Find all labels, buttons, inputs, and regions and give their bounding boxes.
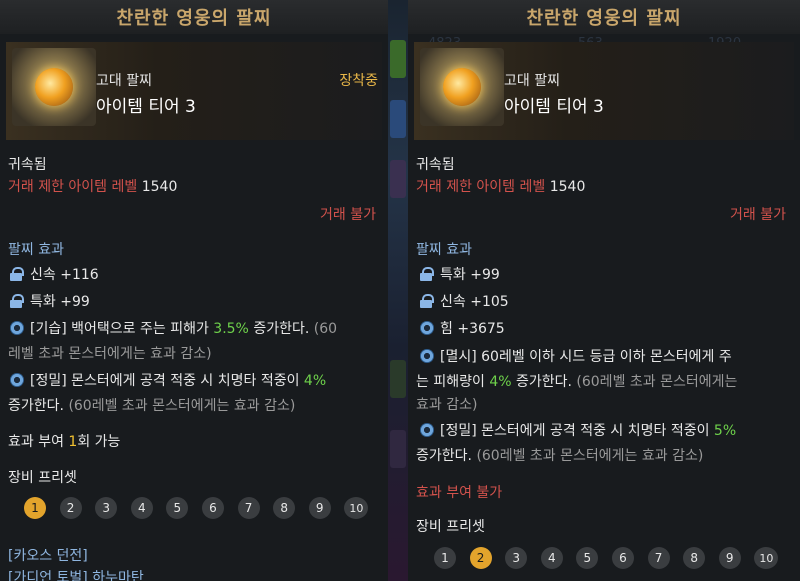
special-effect-2-cont: 증가한다. (60레벨 초과 몬스터에게는 효과 감소) bbox=[416, 448, 704, 464]
stat-row: 신속 +105 bbox=[420, 291, 509, 311]
lock-icon bbox=[420, 267, 434, 281]
inventory-slot bbox=[390, 430, 406, 468]
preset-button-10[interactable]: 10 bbox=[344, 497, 369, 519]
inventory-slot bbox=[390, 160, 406, 198]
preset-button-1[interactable]: 1 bbox=[24, 497, 46, 519]
preset-button-10[interactable]: 10 bbox=[754, 547, 779, 569]
preset-button-8[interactable]: 8 bbox=[683, 547, 706, 569]
item-grade: 고대 팔찌 bbox=[504, 73, 560, 89]
preset-label: 장비 프리셋 bbox=[416, 519, 485, 535]
trade-limit-value: 1540 bbox=[549, 179, 586, 195]
preset-button-3[interactable]: 3 bbox=[505, 547, 528, 569]
effect-gear-icon bbox=[420, 321, 434, 335]
item-tier: 아이템 티어 3 bbox=[504, 97, 604, 117]
effect-gear-icon bbox=[420, 423, 434, 437]
special-effect-1: [기습] 백어택으로 주는 피해가 3.5% 증가한다. (60 bbox=[10, 318, 337, 338]
tooltip-title-bar: 찬란한 영웅의 팔찌 bbox=[0, 0, 388, 34]
preset-button-3[interactable]: 3 bbox=[95, 497, 118, 519]
effect-gear-icon bbox=[10, 321, 24, 335]
source-guardian-raid: [가디언 토벌] 하누마탄 bbox=[8, 570, 144, 581]
preset-button-5[interactable]: 5 bbox=[166, 497, 189, 519]
trade-limit-value: 1540 bbox=[141, 179, 178, 195]
special-effect-1-note: 레벨 초과 몬스터에게는 효과 감소) bbox=[8, 346, 212, 362]
item-title: 찬란한 영웅의 팔찌 bbox=[526, 8, 682, 29]
preset-button-9[interactable]: 9 bbox=[308, 497, 331, 519]
bound-status: 귀속됨 bbox=[8, 157, 47, 173]
effect-grant-unavailable: 효과 부여 불가 bbox=[416, 485, 503, 501]
preset-label: 장비 프리셋 bbox=[8, 470, 77, 486]
special-effect-1-cont: 는 피해량이 4% 증가한다. (60레벨 초과 몬스터에게는 bbox=[416, 374, 738, 390]
stat-row: 신속 +116 bbox=[10, 264, 99, 284]
background-inventory-strip bbox=[388, 0, 408, 581]
preset-button-6[interactable]: 6 bbox=[611, 547, 634, 569]
trade-limit: 거래 제한 아이템 레벨 1540 bbox=[8, 176, 177, 196]
trade-limit: 거래 제한 아이템 레벨 1540 bbox=[416, 176, 585, 196]
inventory-slot bbox=[390, 40, 406, 78]
preset-button-4[interactable]: 4 bbox=[130, 497, 153, 519]
item-tier: 아이템 티어 3 bbox=[96, 97, 196, 117]
special-effect-1-note: 효과 감소) bbox=[416, 397, 478, 413]
bound-status: 귀속됨 bbox=[416, 157, 455, 173]
lock-icon bbox=[10, 294, 24, 308]
stat-row: 힘 +3675 bbox=[420, 318, 505, 338]
inventory-slot bbox=[390, 100, 406, 138]
effect-grant-count: 효과 부여 1회 가능 bbox=[8, 434, 121, 450]
preset-button-2[interactable]: 2 bbox=[59, 497, 82, 519]
preset-row: 1 2 3 4 5 6 7 8 9 10 bbox=[434, 547, 792, 569]
compare-item-tooltip: 4823 563 1920 찬란한 영웅의 팔찌 고대 팔찌 아이템 티어 3 … bbox=[408, 0, 800, 581]
trade-limit-label: 거래 제한 아이템 레벨 bbox=[8, 179, 138, 195]
no-trade-label: 거래 불가 bbox=[320, 207, 376, 223]
preset-row: 1 2 3 4 5 6 7 8 9 10 bbox=[24, 497, 382, 519]
bracelet-icon bbox=[420, 48, 504, 126]
special-effect-1: [멸시] 60레벨 이하 시드 등급 이하 몬스터에게 주 bbox=[420, 346, 732, 366]
preset-button-9[interactable]: 9 bbox=[718, 547, 741, 569]
preset-button-1[interactable]: 1 bbox=[434, 547, 456, 569]
special-effect-2: [정밀] 몬스터에게 공격 적중 시 치명타 적중이 4% bbox=[10, 370, 326, 390]
no-trade-label: 거래 불가 bbox=[730, 207, 786, 223]
preset-button-5[interactable]: 5 bbox=[576, 547, 599, 569]
tooltip-title-bar: 찬란한 영웅의 팔찌 bbox=[408, 0, 800, 34]
preset-button-7[interactable]: 7 bbox=[647, 547, 670, 569]
lock-icon bbox=[420, 294, 434, 308]
effect-gear-icon bbox=[420, 349, 434, 363]
preset-button-2[interactable]: 2 bbox=[469, 547, 492, 569]
preset-button-4[interactable]: 4 bbox=[540, 547, 563, 569]
lock-icon bbox=[10, 267, 24, 281]
preset-button-8[interactable]: 8 bbox=[273, 497, 296, 519]
effect-header: 팔찌 효과 bbox=[8, 242, 64, 258]
special-effect-2: [정밀] 몬스터에게 공격 적중 시 치명타 적중이 5% bbox=[420, 420, 736, 440]
item-grade: 고대 팔찌 bbox=[96, 73, 152, 89]
equipped-badge: 장착중 bbox=[339, 73, 378, 89]
bracelet-icon bbox=[12, 48, 96, 126]
equipped-item-tooltip: 찬란한 영웅의 팔찌 고대 팔찌 아이템 티어 3 장착중 귀속됨 거래 제한 … bbox=[0, 0, 388, 581]
special-effect-2-cont: 증가한다. (60레벨 초과 몬스터에게는 효과 감소) bbox=[8, 398, 296, 414]
effect-gear-icon bbox=[10, 373, 24, 387]
item-header: 고대 팔찌 아이템 티어 3 bbox=[414, 42, 794, 140]
stat-row: 특화 +99 bbox=[420, 264, 500, 284]
stat-row: 특화 +99 bbox=[10, 291, 90, 311]
source-chaos-dungeon: [카오스 던전] bbox=[8, 548, 88, 564]
item-header: 고대 팔찌 아이템 티어 3 장착중 bbox=[6, 42, 382, 140]
effect-header: 팔찌 효과 bbox=[416, 242, 472, 258]
item-title: 찬란한 영웅의 팔찌 bbox=[116, 8, 272, 29]
inventory-slot bbox=[390, 360, 406, 398]
preset-button-7[interactable]: 7 bbox=[237, 497, 260, 519]
preset-button-6[interactable]: 6 bbox=[201, 497, 224, 519]
trade-limit-label: 거래 제한 아이템 레벨 bbox=[416, 179, 546, 195]
